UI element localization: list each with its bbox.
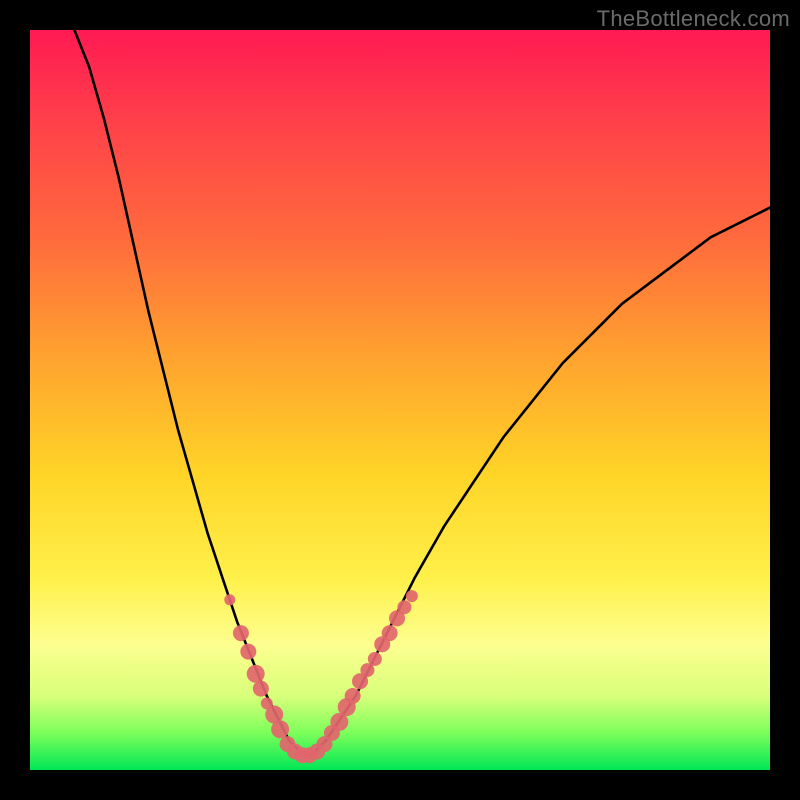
marker-dot: [368, 652, 382, 666]
plot-area: [30, 30, 770, 770]
marker-dot: [247, 665, 265, 683]
marker-dot: [240, 644, 256, 660]
bottleneck-curve: [74, 30, 770, 755]
marker-dot: [253, 681, 269, 697]
marker-dot: [345, 688, 361, 704]
stage: TheBottleneck.com: [0, 0, 800, 800]
marker-dot: [382, 625, 398, 641]
marker-dot: [233, 625, 249, 641]
marker-dot: [406, 590, 418, 602]
marker-dot: [224, 594, 235, 605]
marker-dot: [397, 600, 411, 614]
watermark-text: TheBottleneck.com: [597, 6, 790, 32]
marker-group: [224, 590, 418, 763]
marker-dot: [271, 720, 289, 738]
chart-svg: [30, 30, 770, 770]
